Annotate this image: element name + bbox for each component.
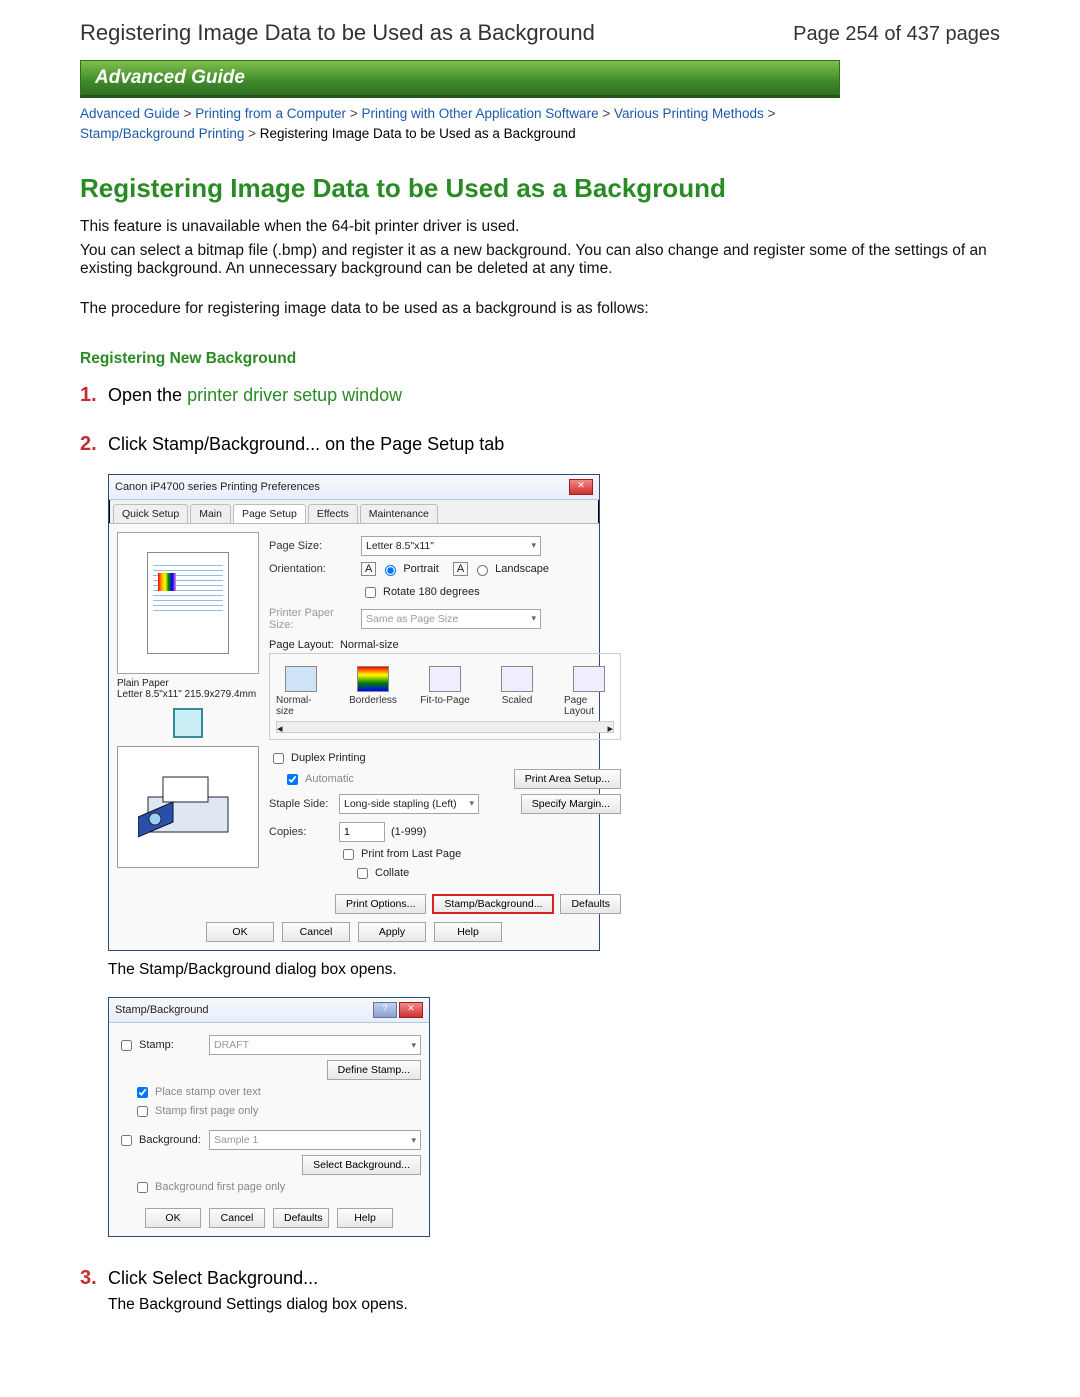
advanced-guide-banner: Advanced Guide bbox=[80, 60, 840, 98]
background-select[interactable]: Sample 1 bbox=[209, 1130, 421, 1150]
step-2: 2. Click Stamp/Background... on the Page… bbox=[80, 433, 1000, 456]
step-text: Click Stamp/Background... on the Page Se… bbox=[108, 434, 504, 455]
page-layout-value: Normal-size bbox=[340, 639, 399, 651]
layout-borderless[interactable]: Borderless bbox=[348, 666, 398, 717]
place-over-checkbox[interactable]: Place stamp over text bbox=[133, 1084, 421, 1101]
ok-button[interactable]: OK bbox=[145, 1208, 201, 1228]
page-size-select[interactable]: Letter 8.5"x11" bbox=[361, 536, 541, 556]
rotate-checkbox[interactable]: Rotate 180 degrees bbox=[361, 584, 480, 601]
select-background-button[interactable]: Select Background... bbox=[302, 1155, 421, 1175]
cube-icon bbox=[173, 708, 203, 738]
page-preview bbox=[117, 532, 259, 674]
page-number: Page 254 of 437 pages bbox=[793, 23, 1000, 46]
portrait-radio[interactable]: Portrait bbox=[380, 562, 438, 576]
staple-side-select[interactable]: Long-side stapling (Left) bbox=[339, 794, 479, 814]
stamp-select[interactable]: DRAFT bbox=[209, 1035, 421, 1055]
printer-paper-size-label: Printer Paper Size: bbox=[269, 607, 361, 631]
printer-paper-size-select[interactable]: Same as Page Size bbox=[361, 609, 541, 629]
staple-side-label: Staple Side: bbox=[269, 798, 339, 810]
layout-scaled[interactable]: Scaled bbox=[492, 666, 542, 717]
orientation-label: Orientation: bbox=[269, 563, 361, 575]
copies-input[interactable] bbox=[339, 822, 385, 842]
printing-preferences-dialog: Canon iP4700 series Printing Preferences… bbox=[108, 474, 600, 951]
print-options-button[interactable]: Print Options... bbox=[335, 894, 426, 914]
page-title: Registering Image Data to be Used as a B… bbox=[80, 20, 595, 46]
specify-margin-button[interactable]: Specify Margin... bbox=[521, 794, 621, 814]
paragraph: The procedure for registering image data… bbox=[80, 300, 1000, 318]
tab-maintenance[interactable]: Maintenance bbox=[360, 504, 438, 523]
printer-illustration bbox=[117, 746, 259, 868]
crumb-sep: > bbox=[248, 126, 260, 141]
tab-strip: Quick Setup Main Page Setup Effects Main… bbox=[109, 500, 599, 524]
tab-main[interactable]: Main bbox=[190, 504, 231, 523]
landscape-radio[interactable]: Landscape bbox=[472, 562, 549, 576]
bg-first-checkbox[interactable]: Background first page only bbox=[133, 1179, 421, 1196]
dialog-title: Canon iP4700 series Printing Preferences bbox=[115, 481, 320, 493]
step-text: Open the bbox=[108, 385, 187, 405]
step-1: 1. Open the printer driver setup window bbox=[80, 384, 1000, 407]
close-icon[interactable]: ✕ bbox=[399, 1002, 423, 1018]
crumb-methods[interactable]: Various Printing Methods bbox=[614, 106, 764, 121]
cancel-button[interactable]: Cancel bbox=[282, 922, 350, 942]
crumb-sep: > bbox=[350, 106, 362, 121]
tab-page-setup[interactable]: Page Setup bbox=[233, 504, 306, 523]
rainbow-icon bbox=[158, 573, 176, 591]
header-row: Registering Image Data to be Used as a B… bbox=[80, 20, 1000, 46]
paragraph: You can select a bitmap file (.bmp) and … bbox=[80, 242, 1000, 278]
page-layout-label: Page Layout: bbox=[269, 639, 334, 651]
defaults-button[interactable]: Defaults bbox=[273, 1208, 329, 1228]
help-button[interactable]: Help bbox=[337, 1208, 393, 1228]
step-number: 1. bbox=[80, 384, 108, 407]
duplex-checkbox[interactable]: Duplex Printing bbox=[269, 750, 621, 767]
breadcrumb: Advanced Guide > Printing from a Compute… bbox=[80, 104, 1000, 145]
sub-heading: Registering New Background bbox=[80, 350, 1000, 368]
crumb-sep: > bbox=[768, 106, 776, 121]
step-number: 2. bbox=[80, 433, 108, 456]
step-text: Click Select Background... bbox=[108, 1268, 318, 1289]
copies-range: (1-999) bbox=[391, 826, 426, 838]
crumb-other-app[interactable]: Printing with Other Application Software bbox=[361, 106, 598, 121]
step-after-text: The Background Settings dialog box opens… bbox=[108, 1296, 1000, 1314]
step-after-text: The Stamp/Background dialog box opens. bbox=[108, 961, 1000, 979]
apply-button[interactable]: Apply bbox=[358, 922, 426, 942]
heading: Registering Image Data to be Used as a B… bbox=[80, 173, 1000, 204]
layout-normal[interactable]: Normal-size bbox=[276, 666, 326, 717]
help-icon[interactable]: ? bbox=[373, 1002, 397, 1018]
layout-fit[interactable]: Fit-to-Page bbox=[420, 666, 470, 717]
page-size-label: Page Size: bbox=[269, 540, 361, 552]
crumb-current: Registering Image Data to be Used as a B… bbox=[260, 126, 576, 141]
copies-label: Copies: bbox=[269, 826, 339, 838]
crumb-stamp-bg[interactable]: Stamp/Background Printing bbox=[80, 126, 244, 141]
cancel-button[interactable]: Cancel bbox=[209, 1208, 265, 1228]
close-icon[interactable]: ✕ bbox=[569, 479, 593, 495]
background-checkbox[interactable]: Background: bbox=[117, 1132, 209, 1149]
crumb-advanced-guide[interactable]: Advanced Guide bbox=[80, 106, 180, 121]
stamp-checkbox[interactable]: Stamp: bbox=[117, 1037, 209, 1054]
dialog-title: Stamp/Background bbox=[115, 1004, 209, 1016]
printer-driver-link[interactable]: printer driver setup window bbox=[187, 385, 402, 405]
stamp-background-dialog: Stamp/Background ? ✕ Stamp: DRAFT Define… bbox=[108, 997, 430, 1237]
portrait-icon: A bbox=[361, 562, 376, 576]
step-3: 3. Click Select Background... bbox=[80, 1267, 1000, 1290]
print-last-checkbox[interactable]: Print from Last Page bbox=[339, 846, 621, 863]
crumb-sep: > bbox=[602, 106, 614, 121]
step-number: 3. bbox=[80, 1267, 108, 1290]
collate-checkbox[interactable]: Collate bbox=[353, 865, 621, 882]
tab-effects[interactable]: Effects bbox=[308, 504, 358, 523]
landscape-icon: A bbox=[453, 562, 468, 576]
tab-quick-setup[interactable]: Quick Setup bbox=[113, 504, 188, 523]
stamp-first-checkbox[interactable]: Stamp first page only bbox=[133, 1103, 421, 1120]
print-area-setup-button[interactable]: Print Area Setup... bbox=[514, 769, 621, 789]
crumb-printing-computer[interactable]: Printing from a Computer bbox=[195, 106, 346, 121]
paragraph: This feature is unavailable when the 64-… bbox=[80, 218, 1000, 236]
paper-caption: Plain Paper Letter 8.5"x11" 215.9x279.4m… bbox=[117, 678, 259, 700]
crumb-sep: > bbox=[184, 106, 196, 121]
define-stamp-button[interactable]: Define Stamp... bbox=[327, 1060, 421, 1080]
layout-pagelayout[interactable]: Page Layout bbox=[564, 666, 614, 717]
ok-button[interactable]: OK bbox=[206, 922, 274, 942]
defaults-button[interactable]: Defaults bbox=[560, 894, 621, 914]
help-button[interactable]: Help bbox=[434, 922, 502, 942]
automatic-checkbox[interactable]: Automatic bbox=[283, 771, 354, 788]
stamp-background-button[interactable]: Stamp/Background... bbox=[432, 894, 554, 914]
